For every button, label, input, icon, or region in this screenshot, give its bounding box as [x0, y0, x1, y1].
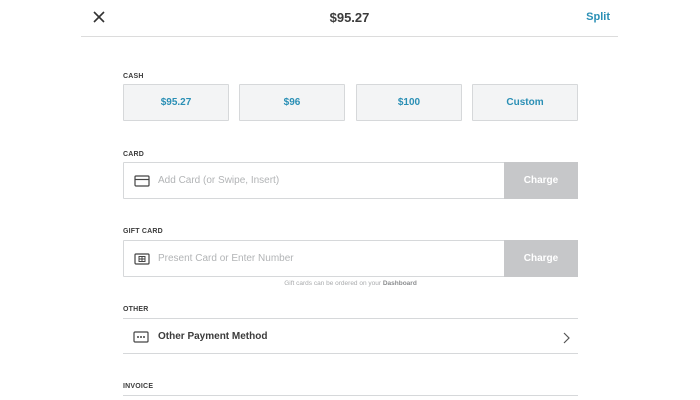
other-section-label: OTHER: [123, 306, 149, 313]
dashboard-link[interactable]: Dashboard: [383, 280, 417, 287]
invoice-divider: [123, 395, 578, 396]
other-payment-method-label: Other Payment Method: [158, 331, 268, 342]
cash-option-100-button[interactable]: $100: [356, 84, 462, 121]
credit-card-icon: [134, 173, 150, 189]
amount-title: $95.27: [329, 10, 370, 25]
cash-option-96-button[interactable]: $96: [239, 84, 345, 121]
header-bar: $95.27 Split: [81, 0, 618, 37]
split-button[interactable]: Split: [586, 11, 610, 23]
gift-card-input-row: Charge: [123, 240, 578, 277]
payment-screen: $95.27 Split CASH $95.27 $96 $100 Custom…: [0, 0, 700, 400]
cash-section-label: CASH: [123, 73, 144, 80]
gift-card-number-input[interactable]: [158, 241, 498, 276]
cash-option-exact-button[interactable]: $95.27: [123, 84, 229, 121]
gift-card-icon: [134, 251, 150, 267]
card-number-input[interactable]: [158, 163, 498, 198]
gift-card-charge-button[interactable]: Charge: [504, 240, 578, 277]
gift-card-note: Gift cards can be ordered on your Dashbo…: [123, 280, 578, 287]
chevron-right-icon: [562, 331, 570, 344]
card-input-row: Charge: [123, 162, 578, 199]
gift-card-section-label: GIFT CARD: [123, 228, 163, 235]
other-payment-method-row[interactable]: Other Payment Method: [123, 318, 578, 354]
more-options-icon: [133, 330, 149, 344]
card-section-label: CARD: [123, 151, 145, 158]
card-charge-button[interactable]: Charge: [504, 162, 578, 199]
invoice-section-label: INVOICE: [123, 383, 154, 390]
cash-options: $95.27 $96 $100 Custom: [123, 84, 578, 121]
cash-option-custom-button[interactable]: Custom: [472, 84, 578, 121]
gift-card-note-text: Gift cards can be ordered on your: [284, 280, 383, 287]
